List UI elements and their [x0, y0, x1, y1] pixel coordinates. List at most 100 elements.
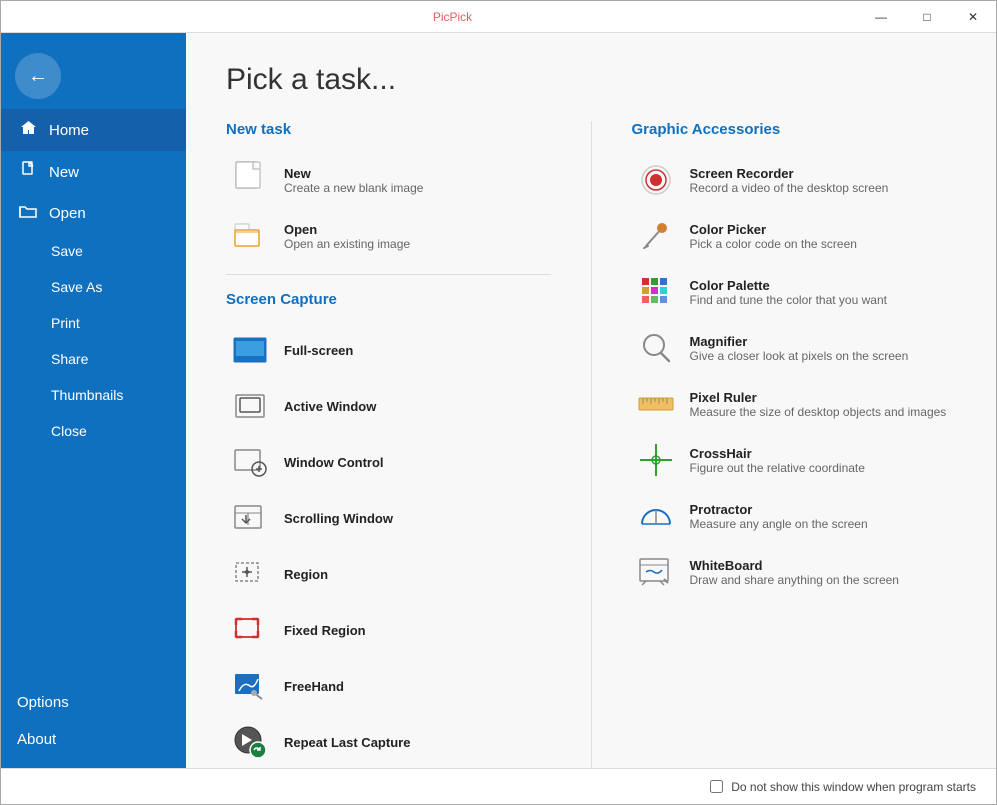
task-repeat-last-icon: [230, 722, 270, 762]
task-pixel-ruler-desc: Measure the size of desktop objects and …: [690, 405, 947, 419]
sidebar-item-new[interactable]: New: [1, 151, 186, 193]
task-freehand-icon: [230, 666, 270, 706]
task-scrolling-window-icon: [230, 498, 270, 538]
task-scrolling-window-text: Scrolling Window: [284, 511, 393, 526]
task-fullscreen-icon: [230, 330, 270, 370]
task-magnifier-name: Magnifier: [690, 334, 909, 349]
task-region-text: Region: [284, 567, 328, 582]
task-active-window-text: Active Window: [284, 399, 376, 414]
task-window-control-name: Window Control: [284, 455, 384, 470]
section-divider: [226, 274, 551, 275]
task-fixed-region[interactable]: Fixed Region: [226, 602, 551, 658]
content-area: Pick a task... New task: [186, 33, 996, 768]
task-whiteboard-name: WhiteBoard: [690, 558, 899, 573]
back-icon: ←: [28, 65, 48, 88]
task-screen-recorder-icon: [636, 160, 676, 200]
task-color-palette-name: Color Palette: [690, 278, 887, 293]
screen-capture-section-title: Screen Capture: [226, 291, 551, 308]
task-screen-recorder-name: Screen Recorder: [690, 166, 889, 181]
main-area: ← Home New Open: [1, 33, 996, 768]
task-protractor-name: Protractor: [690, 502, 868, 517]
task-crosshair-name: CrossHair: [690, 446, 865, 461]
home-icon: [17, 119, 39, 141]
task-open-text: Open Open an existing image: [284, 222, 410, 251]
sidebar-item-options[interactable]: Options: [1, 684, 186, 721]
task-color-picker[interactable]: Color Picker Pick a color code on the sc…: [632, 208, 957, 264]
task-color-palette[interactable]: Color Palette Find and tune the color th…: [632, 264, 957, 320]
sidebar-item-thumbnails[interactable]: Thumbnails: [1, 377, 186, 413]
task-protractor-desc: Measure any angle on the screen: [690, 517, 868, 531]
sidebar-label-print: Print: [51, 315, 80, 331]
task-new-name: New: [284, 166, 423, 181]
task-fixed-region-text: Fixed Region: [284, 623, 366, 638]
task-new-icon: [230, 160, 270, 200]
task-open[interactable]: Open Open an existing image: [226, 208, 551, 264]
task-color-picker-icon: [636, 216, 676, 256]
new-task-section-title: New task: [226, 121, 551, 138]
open-folder-icon: [17, 203, 39, 223]
content-columns: New task: [226, 121, 956, 768]
task-freehand[interactable]: FreeHand: [226, 658, 551, 714]
task-color-picker-desc: Pick a color code on the screen: [690, 237, 857, 251]
task-pixel-ruler[interactable]: Pixel Ruler Measure the size of desktop …: [632, 376, 957, 432]
sidebar-item-save[interactable]: Save: [1, 233, 186, 269]
maximize-button[interactable]: □: [904, 1, 950, 33]
task-magnifier[interactable]: Magnifier Give a closer look at pixels o…: [632, 320, 957, 376]
task-whiteboard-desc: Draw and share anything on the screen: [690, 573, 899, 587]
app-title: PicPick: [47, 10, 858, 24]
new-file-icon: [17, 161, 39, 183]
task-active-window[interactable]: Active Window: [226, 378, 551, 434]
task-freehand-text: FreeHand: [284, 679, 344, 694]
sidebar-item-about[interactable]: About: [1, 721, 186, 758]
task-active-window-name: Active Window: [284, 399, 376, 414]
task-pixel-ruler-name: Pixel Ruler: [690, 390, 947, 405]
no-show-checkbox[interactable]: [710, 780, 723, 793]
task-screen-recorder[interactable]: Screen Recorder Record a video of the de…: [632, 152, 957, 208]
task-crosshair[interactable]: CrossHair Figure out the relative coordi…: [632, 432, 957, 488]
task-fullscreen-name: Full-screen: [284, 343, 353, 358]
sidebar-label-open: Open: [49, 205, 86, 222]
page-title: Pick a task...: [226, 63, 956, 97]
sidebar-item-close[interactable]: Close: [1, 413, 186, 449]
task-region-icon: [230, 554, 270, 594]
task-new-desc: Create a new blank image: [284, 181, 423, 195]
task-magnifier-desc: Give a closer look at pixels on the scre…: [690, 349, 909, 363]
sidebar-item-home[interactable]: Home: [1, 109, 186, 151]
task-screen-recorder-text: Screen Recorder Record a video of the de…: [690, 166, 889, 195]
task-pixel-ruler-text: Pixel Ruler Measure the size of desktop …: [690, 390, 947, 419]
sidebar-item-print[interactable]: Print: [1, 305, 186, 341]
sidebar-label-save: Save: [51, 243, 83, 259]
task-repeat-last-text: Repeat Last Capture: [284, 735, 410, 750]
task-active-window-icon: [230, 386, 270, 426]
task-scrolling-window-name: Scrolling Window: [284, 511, 393, 526]
sidebar-item-share[interactable]: Share: [1, 341, 186, 377]
right-column: Graphic Accessories Screen Recorder: [592, 121, 957, 768]
task-protractor[interactable]: Protractor Measure any angle on the scre…: [632, 488, 957, 544]
window-controls: — □ ✕: [858, 1, 996, 32]
task-fullscreen[interactable]: Full-screen: [226, 322, 551, 378]
task-window-control-icon: [230, 442, 270, 482]
title-bar: PicPick — □ ✕: [1, 1, 996, 33]
minimize-button[interactable]: —: [858, 1, 904, 33]
sidebar-label-home: Home: [49, 122, 89, 139]
task-whiteboard[interactable]: WhiteBoard Draw and share anything on th…: [632, 544, 957, 600]
left-column: New task: [226, 121, 592, 768]
task-window-control-text: Window Control: [284, 455, 384, 470]
sidebar-item-save-as[interactable]: Save As: [1, 269, 186, 305]
task-window-control[interactable]: Window Control: [226, 434, 551, 490]
task-scrolling-window[interactable]: Scrolling Window: [226, 490, 551, 546]
task-pixel-ruler-icon: [636, 384, 676, 424]
task-fixed-region-name: Fixed Region: [284, 623, 366, 638]
sidebar-item-open[interactable]: Open: [1, 193, 186, 233]
task-region[interactable]: Region: [226, 546, 551, 602]
task-new[interactable]: New Create a new blank image: [226, 152, 551, 208]
task-whiteboard-text: WhiteBoard Draw and share anything on th…: [690, 558, 899, 587]
task-open-icon: [230, 216, 270, 256]
close-button[interactable]: ✕: [950, 1, 996, 33]
back-button[interactable]: ←: [15, 53, 61, 99]
sidebar-label-share: Share: [51, 351, 88, 367]
task-crosshair-desc: Figure out the relative coordinate: [690, 461, 865, 475]
task-repeat-last[interactable]: Repeat Last Capture: [226, 714, 551, 768]
task-fullscreen-text: Full-screen: [284, 343, 353, 358]
task-crosshair-text: CrossHair Figure out the relative coordi…: [690, 446, 865, 475]
